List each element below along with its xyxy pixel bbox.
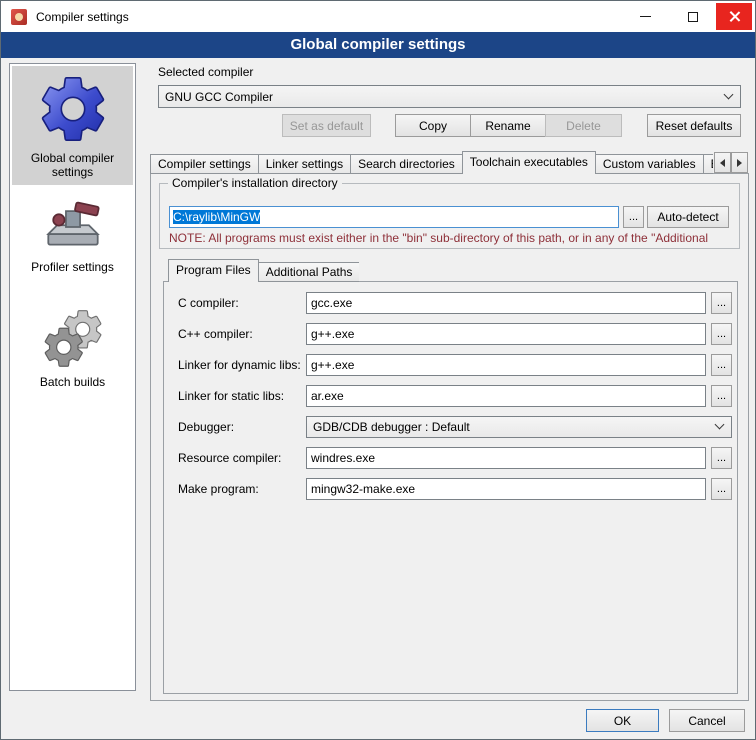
cpp-compiler-browse-button[interactable]: ... [711, 323, 732, 345]
subtab-program-files[interactable]: Program Files [168, 259, 259, 282]
debugger-label: Debugger: [178, 416, 234, 438]
tab-linker-settings[interactable]: Linker settings [258, 154, 351, 174]
sidebar-item-label: Global compiler settings [14, 151, 131, 179]
sidebar-item-global-compiler-settings[interactable]: Global compiler settings [12, 66, 133, 185]
install-dir-browse-button[interactable]: ... [623, 206, 644, 228]
close-icon [728, 10, 741, 23]
maximize-button[interactable] [669, 2, 716, 32]
subtab-additional-paths[interactable]: Additional Paths [258, 262, 360, 282]
installation-directory-group-title: Compiler's installation directory [168, 176, 342, 190]
compiler-settings-dialog: Compiler settings Global compiler settin… [0, 0, 756, 740]
minimize-icon [640, 16, 651, 17]
minimize-button[interactable] [622, 2, 669, 32]
c-compiler-input[interactable] [306, 292, 706, 314]
rename-button[interactable]: Rename [470, 114, 546, 137]
delete-button: Delete [545, 114, 622, 137]
make-program-input[interactable] [306, 478, 706, 500]
make-program-browse-button[interactable]: ... [711, 478, 732, 500]
maximize-icon [688, 12, 698, 22]
install-dir-input[interactable]: C:\raylib\MinGW [169, 206, 619, 228]
tab-scroll-left-button[interactable] [714, 152, 731, 173]
page-title: Global compiler settings [1, 32, 755, 58]
copy-button[interactable]: Copy [395, 114, 471, 137]
titlebar: Compiler settings [1, 1, 755, 32]
c-compiler-browse-button[interactable]: ... [711, 292, 732, 314]
profiler-tool-icon [41, 197, 105, 257]
static-linker-browse-button[interactable]: ... [711, 385, 732, 407]
install-dir-note: NOTE: All programs must exist either in … [169, 231, 735, 245]
tab-scroll-right-button[interactable] [731, 152, 748, 173]
settings-category-sidebar: Global compiler settings Profiler settin… [9, 63, 136, 691]
field-row-resource-compiler: Resource compiler: ... [164, 447, 737, 469]
close-button[interactable] [716, 3, 752, 30]
scroll-right-icon [737, 159, 742, 167]
field-row-make-program: Make program: ... [164, 478, 737, 500]
program-files-panel: C compiler: ... C++ compiler: ... Linker… [163, 281, 738, 694]
field-row-cpp-compiler: C++ compiler: ... [164, 323, 737, 345]
compiler-select[interactable]: GNU GCC Compiler [158, 85, 741, 108]
compiler-select-value: GNU GCC Compiler [165, 90, 273, 104]
set-as-default-button: Set as default [282, 114, 371, 137]
c-compiler-label: C compiler: [178, 292, 239, 314]
static-linker-label: Linker for static libs: [178, 385, 284, 407]
make-program-label: Make program: [178, 478, 259, 500]
tab-toolchain-executables[interactable]: Toolchain executables [462, 151, 596, 174]
resource-compiler-input[interactable] [306, 447, 706, 469]
reset-defaults-button[interactable]: Reset defaults [647, 114, 741, 137]
tab-custom-variables[interactable]: Custom variables [595, 154, 704, 174]
gray-gears-icon [38, 306, 108, 372]
window-controls [622, 1, 755, 32]
install-dir-value: C:\raylib\MinGW [173, 210, 260, 224]
toolchain-executables-panel: Compiler's installation directory C:\ray… [150, 173, 749, 701]
tab-build-options[interactable]: Buil [703, 154, 713, 174]
settings-tab-strip: Compiler settings Linker settings Search… [150, 151, 713, 174]
chevron-down-icon [724, 89, 734, 99]
program-files-tab-strip: Program Files Additional Paths [168, 259, 359, 282]
sidebar-item-label: Profiler settings [31, 260, 114, 274]
dynamic-linker-input[interactable] [306, 354, 706, 376]
field-row-c-compiler: C compiler: ... [164, 292, 737, 314]
tab-search-directories[interactable]: Search directories [350, 154, 463, 174]
chevron-down-icon [715, 420, 725, 430]
debugger-select-value: GDB/CDB debugger : Default [313, 420, 470, 434]
auto-detect-button[interactable]: Auto-detect [647, 206, 729, 228]
cpp-compiler-label: C++ compiler: [178, 323, 253, 345]
resource-compiler-browse-button[interactable]: ... [711, 447, 732, 469]
dynamic-linker-label: Linker for dynamic libs: [178, 354, 301, 376]
scroll-left-icon [720, 159, 725, 167]
blue-gear-icon [34, 70, 112, 148]
sidebar-item-batch-builds[interactable]: Batch builds [12, 280, 133, 395]
resource-compiler-label: Resource compiler: [178, 447, 281, 469]
static-linker-input[interactable] [306, 385, 706, 407]
window-title: Compiler settings [36, 10, 129, 24]
sidebar-item-label: Batch builds [40, 375, 105, 389]
installation-directory-groupbox: Compiler's installation directory C:\ray… [159, 183, 740, 249]
cancel-button[interactable]: Cancel [669, 709, 745, 732]
field-row-dynamic-linker: Linker for dynamic libs: ... [164, 354, 737, 376]
field-row-static-linker: Linker for static libs: ... [164, 385, 737, 407]
cpp-compiler-input[interactable] [306, 323, 706, 345]
tab-compiler-settings[interactable]: Compiler settings [150, 154, 259, 174]
dynamic-linker-browse-button[interactable]: ... [711, 354, 732, 376]
debugger-select[interactable]: GDB/CDB debugger : Default [306, 416, 732, 438]
selected-compiler-label: Selected compiler [158, 65, 253, 79]
sidebar-item-profiler-settings[interactable]: Profiler settings [12, 185, 133, 280]
ok-button[interactable]: OK [586, 709, 659, 732]
field-row-debugger: Debugger: GDB/CDB debugger : Default [164, 416, 737, 438]
app-icon [11, 9, 27, 25]
